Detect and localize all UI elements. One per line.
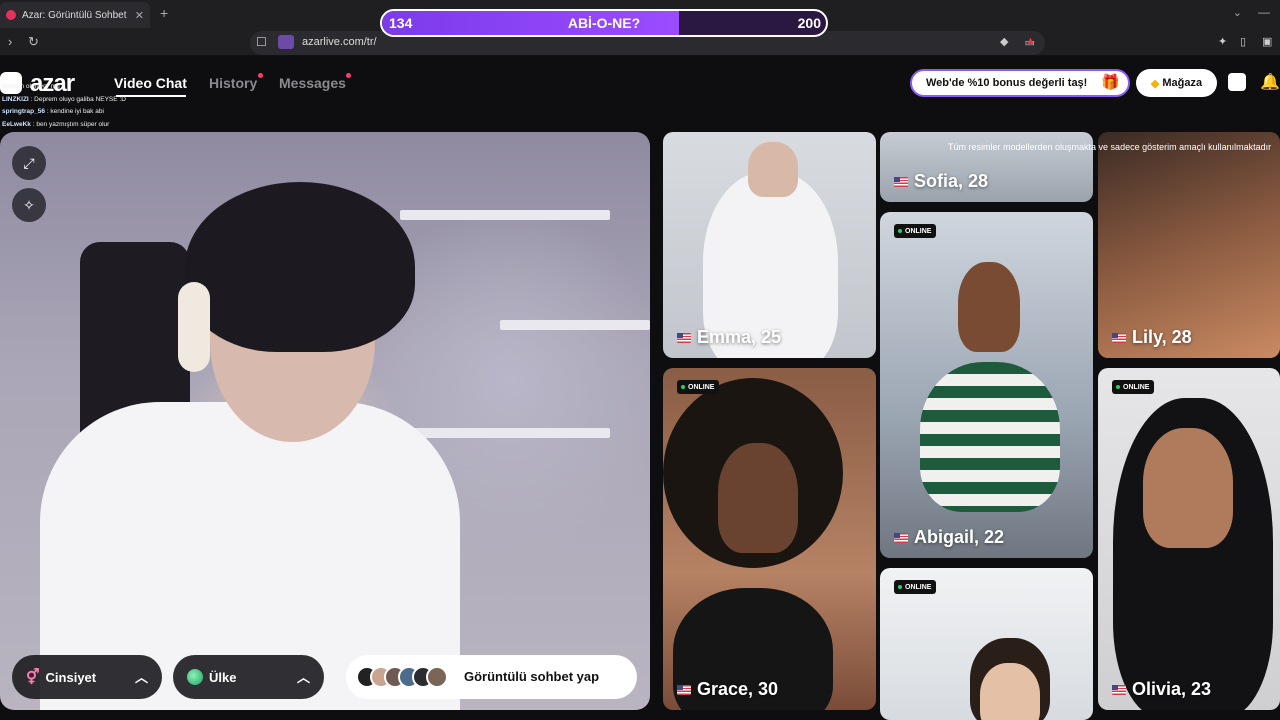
- globe-icon: [187, 669, 203, 685]
- chat-line: deprem olmuyor mu ?: [2, 83, 66, 90]
- store-label: Mağaza: [1162, 77, 1203, 89]
- wallet-icon[interactable]: ▣: [1262, 35, 1272, 48]
- gender-icon: ⚥: [26, 669, 40, 686]
- profile-card-lily[interactable]: Lily, 28: [1098, 132, 1280, 358]
- start-video-chat-button[interactable]: Görüntülü sohbet yap: [346, 655, 637, 699]
- wall-shelf: [400, 210, 610, 220]
- model-disclaimer: Tüm resimler modellerden oluşmakta ve sa…: [948, 142, 1272, 152]
- wall-shelf: [400, 428, 610, 438]
- inbox-icon[interactable]: [1228, 73, 1246, 91]
- history-notification-dot: [258, 73, 263, 78]
- bookmark-icon[interactable]: ☐: [256, 35, 267, 49]
- profile-name: Olivia, 23: [1112, 679, 1211, 700]
- tab-title: Azar: Görüntülü Sohbet & Ye: [22, 9, 129, 21]
- online-badge: ONLINE: [894, 580, 937, 594]
- headphones: [178, 282, 210, 372]
- azar-site: azar Video Chat History Messages deprem …: [0, 56, 1280, 720]
- profile-card-unnamed[interactable]: ONLINE: [880, 568, 1093, 720]
- online-badge: ONLINE: [894, 224, 937, 238]
- brave-shield-icon[interactable]: ◆: [1000, 35, 1008, 48]
- self-camera-preview: ⤢ ✧ ⚥ Cinsiyet ︿ Ülke ︿ Görüntülü sohbet…: [0, 132, 650, 710]
- gender-filter-button[interactable]: ⚥ Cinsiyet ︿: [12, 655, 162, 699]
- profile-photo-face: [718, 443, 798, 553]
- extensions-icon[interactable]: ✦: [1218, 35, 1227, 48]
- streamer-hair: [185, 182, 415, 352]
- minimize-icon[interactable]: —: [1258, 5, 1270, 19]
- new-tab-icon[interactable]: +: [160, 5, 168, 21]
- profile-photo-face: [980, 663, 1040, 720]
- url-text[interactable]: azarlive.com/tr/: [302, 36, 377, 48]
- profile-card-olivia[interactable]: ONLINE Olivia, 23: [1098, 368, 1280, 710]
- us-flag-icon: [1112, 684, 1126, 695]
- country-label: Ülke: [209, 669, 237, 685]
- avatar: [426, 666, 448, 688]
- effects-wand-icon[interactable]: ✧: [12, 188, 46, 222]
- gem-icon: ◆: [1150, 77, 1160, 90]
- profile-photo-top: [920, 362, 1060, 512]
- profile-name: Sofia, 28: [894, 171, 988, 192]
- web-bonus-button[interactable]: Web'de %10 bonus değerli taş! 🎁: [910, 69, 1130, 97]
- notification-bell-icon[interactable]: 🔔: [1260, 72, 1280, 92]
- profile-name: Abigail, 22: [894, 527, 1004, 548]
- nav-messages[interactable]: Messages: [279, 75, 346, 91]
- reload-icon[interactable]: ↻: [28, 34, 39, 50]
- camera-permission-icon[interactable]: [278, 35, 294, 49]
- profile-name: Lily, 28: [1112, 327, 1192, 348]
- gift-icon: 🎁: [1101, 74, 1120, 91]
- online-dot-icon: [898, 585, 902, 589]
- chat-line: springtrap_56 : kendine iyi bak abi: [2, 108, 104, 115]
- stream-chat-overlay: deprem olmuyor mu ? LINZKIZI : Deprem ol…: [2, 81, 257, 131]
- gender-label: Cinsiyet: [45, 669, 97, 685]
- progress-label: ABİ-O-NE?: [567, 15, 641, 31]
- chevron-up-icon: ︿: [296, 670, 310, 685]
- profile-name: Emma, 25: [677, 327, 781, 348]
- start-video-chat-label: Görüntülü sohbet yap: [464, 669, 600, 684]
- profile-photo-face: [1143, 428, 1233, 548]
- profile-card-abigail[interactable]: ONLINE Abigail, 22: [880, 212, 1093, 558]
- profile-photo-face: [748, 142, 798, 197]
- country-filter-button[interactable]: Ülke ︿: [173, 655, 324, 699]
- brave-rewards-icon[interactable]: ▲: [1025, 35, 1036, 47]
- tab-list-chevron-icon[interactable]: ⌄: [1233, 6, 1242, 19]
- wall-shelf: [500, 320, 650, 330]
- us-flag-icon: [894, 176, 908, 187]
- online-badge: ONLINE: [1112, 380, 1155, 394]
- us-flag-icon: [1112, 332, 1126, 343]
- browser-tab[interactable]: Azar: Görüntülü Sohbet & Ye ✕: [0, 2, 150, 28]
- sidebar-icon[interactable]: ▯: [1240, 35, 1246, 48]
- chat-line: EeLweKk : ben yazmıştım süper olur: [2, 120, 110, 128]
- store-button[interactable]: ◆ Mağaza: [1136, 69, 1217, 97]
- online-dot-icon: [681, 385, 685, 389]
- chevron-up-icon: ︿: [134, 670, 148, 685]
- online-dot-icon: [1116, 385, 1120, 389]
- online-badge: ONLINE: [677, 380, 720, 394]
- progress-max: 200: [797, 15, 821, 31]
- us-flag-icon: [677, 332, 691, 343]
- chat-line: LINZKIZI : Deprem oluyo galiba NEYSE :D: [2, 95, 126, 103]
- us-flag-icon: [894, 532, 908, 543]
- bonus-label: Web'de %10 bonus değerli taş!: [926, 77, 1088, 89]
- fullscreen-icon[interactable]: ⤢: [12, 146, 46, 180]
- profile-photo-face: [958, 262, 1020, 352]
- azar-favicon-icon: [6, 10, 16, 20]
- stream-goal-progress: 134 ABİ-O-NE? 200: [380, 9, 828, 37]
- forward-icon[interactable]: ›: [8, 34, 12, 49]
- close-tab-icon[interactable]: ✕: [135, 9, 144, 22]
- profile-card-grace[interactable]: ONLINE Grace, 30: [663, 368, 876, 710]
- online-dot-icon: [898, 229, 902, 233]
- us-flag-icon: [677, 684, 691, 695]
- profile-name: Grace, 30: [677, 679, 778, 700]
- messages-notification-dot: [346, 73, 351, 78]
- profile-card-emma[interactable]: Emma, 25: [663, 132, 876, 358]
